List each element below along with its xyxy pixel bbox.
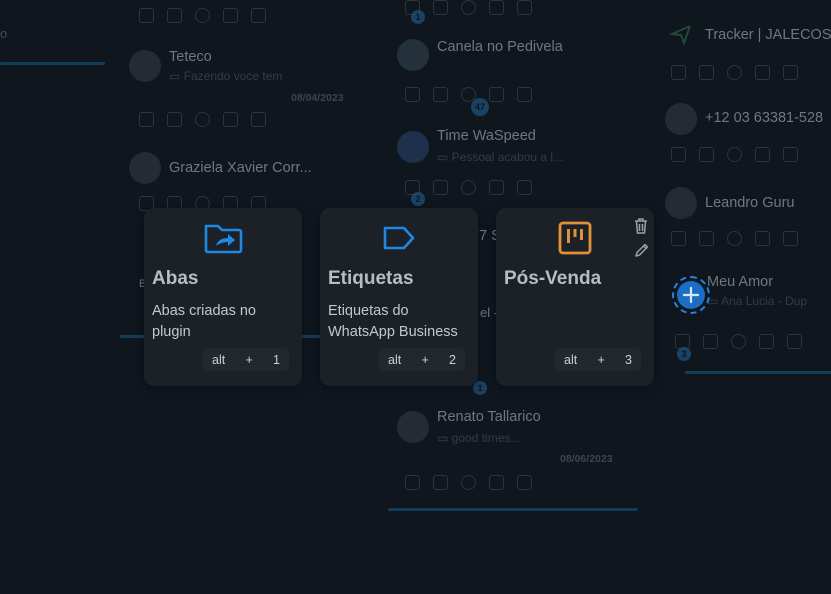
kanban-board-icon (555, 221, 595, 255)
shortcut-card-abas[interactable]: Abas Abas criadas no plugin alt + 1 (144, 208, 302, 386)
avatar (397, 39, 429, 71)
count-badge: 2 (411, 192, 425, 206)
contact-name: Renato Tallarico (437, 409, 541, 425)
card-action-icons (405, 180, 532, 195)
key-modifier: alt (564, 352, 578, 367)
left-edge-fragment: o (0, 26, 8, 41)
key-plus: + (245, 352, 253, 367)
shortcut-description: Abas criadas no plugin (152, 303, 256, 340)
contact-name: Tracker | JALECOS (705, 27, 831, 43)
keyboard-shortcut: alt + 2 (379, 348, 465, 371)
add-shortcut-button[interactable] (672, 276, 710, 314)
shortcut-card-pos-venda[interactable]: Pós-Venda alt + 3 (496, 208, 654, 386)
contact-date: 08/06/2023 (560, 453, 613, 465)
key-number: 2 (449, 352, 456, 367)
avatar (129, 50, 161, 82)
card-action-icons (139, 8, 266, 23)
folder-share-icon (203, 222, 243, 254)
shortcut-description: Etiquetas do WhatsApp Business (328, 303, 458, 340)
card-action-icons (675, 334, 802, 349)
avatar (397, 411, 429, 443)
contact-name: Graziela Xavier Corr... (169, 160, 312, 176)
contact-name: +12 03 63381-528 (705, 110, 824, 126)
contact-name: Leandro Guru (705, 195, 795, 211)
edit-pencil-icon[interactable] (632, 241, 650, 259)
key-plus: + (597, 352, 605, 367)
shortcut-title: Abas (152, 268, 199, 289)
keyboard-shortcut: alt + 3 (555, 348, 641, 371)
shortcut-title: Pós-Venda (504, 268, 602, 289)
contact-message: Pessoal acabou a l... (437, 150, 563, 164)
contact-message: Fazendo voce tem (169, 69, 283, 83)
plus-icon (677, 281, 705, 309)
avatar (665, 103, 697, 135)
card-action-icons (671, 147, 798, 162)
avatar (665, 187, 697, 219)
contact-date: 08/04/2023 (291, 92, 344, 104)
avatar (397, 131, 429, 163)
column-3-underline (685, 371, 831, 374)
count-badge: 1 (473, 381, 487, 395)
key-plus: + (421, 352, 429, 367)
tag-icon (379, 222, 419, 254)
column-0-underline (0, 62, 105, 65)
paper-plane-icon (669, 24, 692, 46)
delete-icon[interactable] (632, 217, 650, 235)
card-action-icons (405, 475, 532, 490)
contact-name: Canela no Pedivela (437, 39, 563, 55)
card-action-icons (139, 112, 266, 127)
key-modifier: alt (212, 352, 226, 367)
contact-message: Ana Lucia - Dup (707, 294, 807, 308)
key-modifier: alt (388, 352, 402, 367)
contact-name: Time WaSpeed (437, 128, 536, 144)
card-action-icons (405, 87, 532, 102)
card-action-icons (671, 65, 798, 80)
card-action-icons (671, 231, 798, 246)
contact-name: Meu Amor (707, 274, 774, 290)
shortcut-title: Etiquetas (328, 268, 414, 289)
column-2-underline (388, 508, 638, 511)
key-number: 1 (273, 352, 280, 367)
keyboard-shortcut: alt + 1 (203, 348, 289, 371)
avatar (129, 152, 161, 184)
contact-message: good times... (437, 431, 521, 445)
key-number: 3 (625, 352, 632, 367)
contact-name: Teteco (169, 49, 212, 65)
count-badge: 3 (677, 347, 691, 361)
count-badge: 1 (411, 10, 425, 24)
count-badge: 47 (471, 98, 489, 116)
shortcut-card-etiquetas[interactable]: Etiquetas Etiquetas do WhatsApp Business… (320, 208, 478, 386)
